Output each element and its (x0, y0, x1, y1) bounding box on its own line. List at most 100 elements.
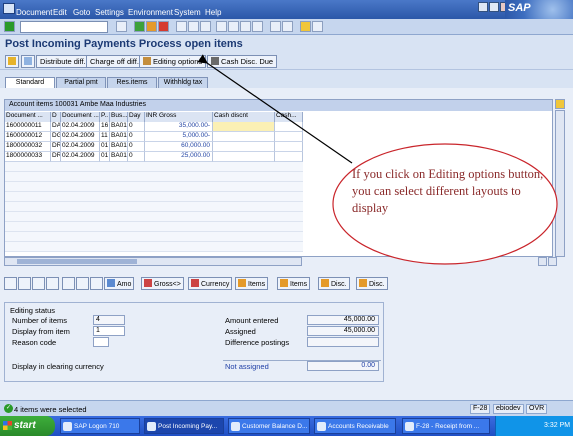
menu-edit[interactable]: Edit (53, 8, 67, 17)
maximize-icon[interactable] (489, 2, 499, 12)
layout-icon[interactable] (312, 21, 323, 32)
col-business-area[interactable]: Bus... (110, 112, 128, 122)
deselect-all-button[interactable] (18, 277, 31, 290)
amount-button[interactable]: Amo (104, 277, 135, 290)
print-icon[interactable] (176, 21, 187, 32)
table-row[interactable]: 1600000012 DG 02.04.2009 11 BA01 0 5,000.00- (5, 132, 303, 142)
enter-icon[interactable] (4, 21, 15, 32)
table-cell[interactable] (213, 152, 275, 162)
scroll-arrows[interactable] (538, 257, 558, 266)
menu-goto[interactable]: Goto (73, 8, 90, 17)
filter-button[interactable] (76, 277, 89, 290)
start-button[interactable]: start (0, 416, 55, 436)
menu-environment[interactable]: Environment (128, 8, 173, 17)
charge-off-diff-button[interactable]: Charge off diff. (86, 55, 143, 68)
page-title: Post Incoming Payments Process open item… (5, 38, 243, 50)
col-cash-discount[interactable]: Cash discnt (213, 112, 275, 122)
gross-toggle-button[interactable]: Gross<> (141, 277, 184, 290)
col-document-no[interactable]: Document ... (5, 112, 51, 122)
table-row[interactable]: 1600000011 DA 02.04.2009 16 BA01 0 35,000.00- (5, 122, 303, 132)
next-page-icon[interactable] (240, 21, 251, 32)
cash-disc-due-button[interactable]: Cash Disc. Due (207, 55, 278, 68)
task-customer-balance[interactable]: Customer Balance D... (228, 418, 310, 434)
find-icon[interactable] (188, 21, 199, 32)
cancel-icon[interactable] (158, 21, 169, 32)
task-post-incoming[interactable]: Post Incoming Pay... (144, 418, 224, 434)
tab-partial-pmt[interactable]: Partial pmt (56, 77, 106, 88)
table-cell: 25,000.00 (145, 152, 213, 162)
task-sap-logon[interactable]: SAP Logon 710 (60, 418, 140, 434)
table-cell[interactable] (213, 142, 275, 152)
empty-row (5, 182, 303, 192)
deactivate-items-button[interactable]: Items (277, 277, 311, 290)
menu-help[interactable]: Help (205, 8, 221, 17)
col-days[interactable]: Day (128, 112, 145, 122)
col-doc-type[interactable]: D (51, 112, 61, 122)
table-cell: 0 (128, 132, 145, 142)
overview-button[interactable] (5, 55, 19, 68)
discount-on-icon (321, 279, 329, 287)
table-cell: 11 (100, 132, 110, 142)
minimize-icon[interactable] (478, 2, 488, 12)
discount-off-icon (359, 279, 367, 287)
last-page-icon[interactable] (252, 21, 263, 32)
table-horizontal-scrollbar[interactable] (4, 257, 302, 266)
display-from-field[interactable]: 1 (93, 326, 125, 336)
activate-items-button[interactable]: Items (235, 277, 269, 290)
export-button[interactable] (90, 277, 103, 290)
first-page-icon[interactable] (216, 21, 227, 32)
list-icon (24, 57, 32, 65)
col-posting-key[interactable]: P.. (100, 112, 110, 122)
system-menu-icon[interactable] (3, 3, 15, 14)
scroll-left-icon[interactable] (538, 257, 547, 266)
menu-document[interactable]: Document (16, 8, 52, 17)
find-next-icon[interactable] (200, 21, 211, 32)
scroll-thumb[interactable] (17, 259, 137, 264)
select-block-button[interactable] (32, 277, 45, 290)
table-vertical-scrollbar[interactable] (555, 110, 565, 257)
system-tray: 3:32 PM (495, 416, 573, 436)
shortcut-icon[interactable] (282, 21, 293, 32)
task-f28-receipt[interactable]: F-28 - Receipt from ... (402, 418, 490, 434)
task-accounts-receivable[interactable]: Accounts Receivable (314, 418, 396, 434)
sort-button[interactable] (46, 277, 59, 290)
table-cell: 1800000032 (5, 142, 51, 152)
table-cell (275, 132, 303, 142)
help-icon[interactable] (300, 21, 311, 32)
table-row[interactable]: 1800000033 DR 02.04.2009 01 BA01 0 25,000.00 (5, 152, 303, 162)
editing-options-button[interactable]: Editing options (139, 55, 207, 68)
table-row[interactable]: 1800000032 DR 02.04.2009 01 BA01 0 60,000.00 (5, 142, 303, 152)
tab-withhldg-tax[interactable]: Withhldg tax (158, 77, 208, 88)
deactivate-disc-button[interactable]: Disc. (356, 277, 388, 290)
col-inr-gross[interactable]: INR Gross (145, 112, 213, 122)
scroll-right-icon[interactable] (548, 257, 557, 266)
empty-row (5, 172, 303, 182)
prev-page-icon[interactable] (228, 21, 239, 32)
reason-code-field[interactable] (93, 337, 109, 347)
column-settings-icon[interactable] (555, 99, 565, 109)
command-field[interactable] (20, 21, 108, 33)
col-document-date[interactable]: Document ... (61, 112, 100, 122)
save-icon[interactable] (116, 21, 127, 32)
editing-status-title: Editing status (10, 306, 56, 315)
table-cell[interactable] (213, 132, 275, 142)
status-bar: ✓ 4 items were selected F-28 ebiodev OVR (0, 400, 573, 416)
menu-settings[interactable]: Settings (95, 8, 124, 17)
select-all-button[interactable] (4, 277, 17, 290)
back-icon[interactable] (134, 21, 145, 32)
number-of-items-label: Number of items (12, 316, 68, 325)
currency-button[interactable]: Currency (188, 277, 233, 290)
new-session-icon[interactable] (270, 21, 281, 32)
choose-button[interactable] (21, 55, 35, 68)
tab-res-items[interactable]: Res.items (107, 77, 157, 88)
print-list-button[interactable] (62, 277, 75, 290)
table-cell: 1600000011 (5, 122, 51, 132)
col-cash-pct[interactable]: Cash... (275, 112, 303, 122)
distribute-diff-button[interactable]: Distribute diff. (36, 55, 90, 68)
exit-icon[interactable] (146, 21, 157, 32)
table-cell[interactable] (213, 122, 275, 132)
activate-disc-button[interactable]: Disc. (318, 277, 350, 290)
menu-system[interactable]: System (174, 8, 201, 17)
status-message: 4 items were selected (14, 405, 87, 414)
tab-standard[interactable]: Standard (5, 77, 55, 88)
